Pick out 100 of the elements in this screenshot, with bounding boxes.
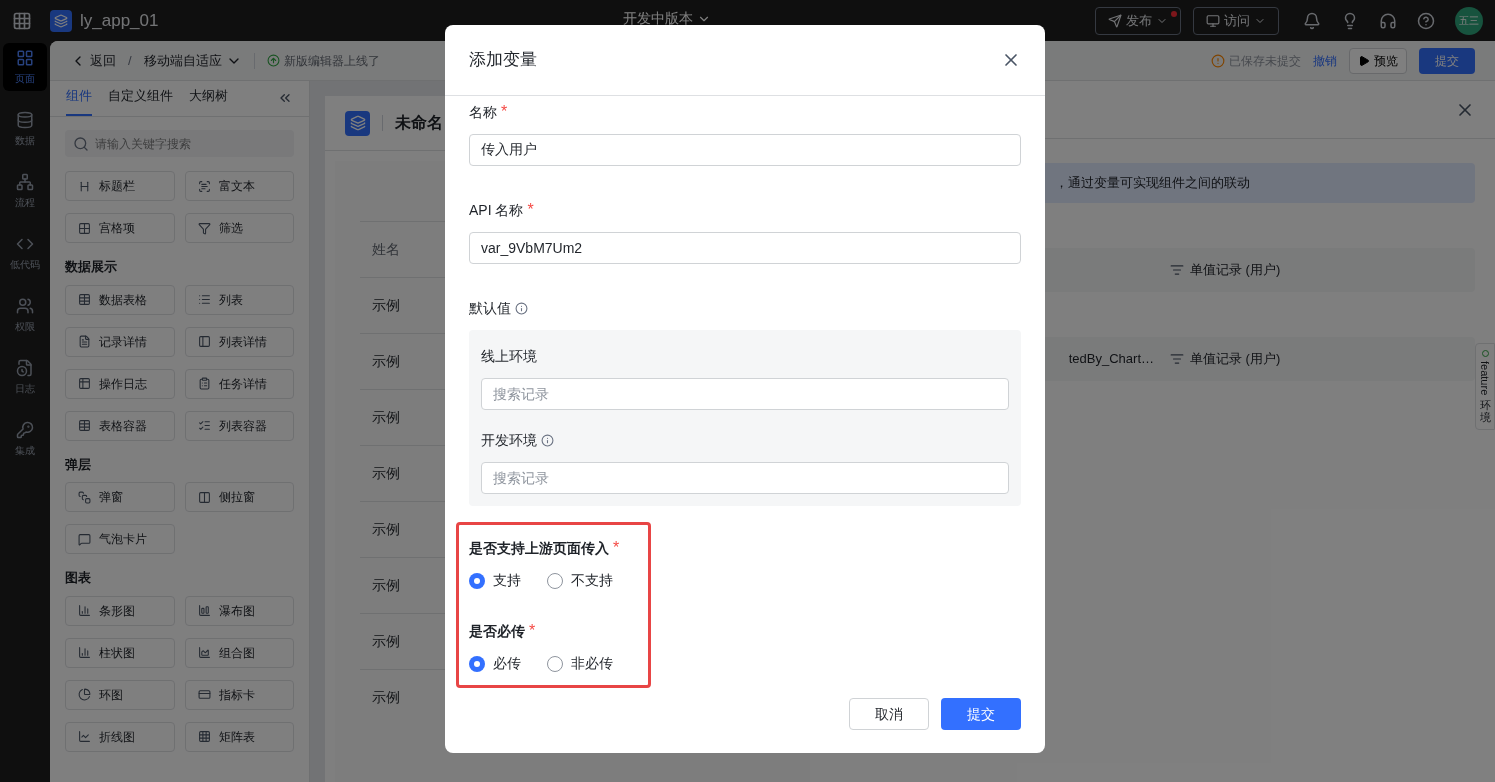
help-icon[interactable] [1417, 11, 1435, 30]
component-item[interactable]: 侧拉窗 [184, 482, 294, 512]
search-icon [73, 136, 89, 152]
environment-label: 开发环境 [481, 430, 537, 450]
back-link[interactable]: 返回 [70, 50, 116, 71]
headset-icon[interactable] [1379, 11, 1397, 30]
feature-tab[interactable]: feature 环境 [1475, 343, 1495, 431]
dialog-title: 添加变量 [469, 49, 537, 72]
table-cell-text: 示例 [372, 408, 400, 427]
breadcrumb-separator: / [128, 51, 132, 70]
variable-type: 单值记录 (用户) [1190, 350, 1281, 369]
nav-item[interactable]: 权限 [3, 291, 47, 339]
nav-icon [16, 172, 34, 191]
component-item[interactable]: 折线图 [65, 721, 175, 752]
component-icon [78, 688, 91, 701]
bell-icon[interactable] [1303, 11, 1321, 30]
text-field[interactable]: var_9VbM7Um2 [469, 232, 1021, 264]
component-icon [78, 490, 91, 504]
section-title: 弹层 [65, 455, 92, 474]
radio-option[interactable]: 必传 [469, 653, 521, 674]
undo-link[interactable]: 撤销 [1313, 51, 1337, 70]
component-item[interactable]: 操作日志 [65, 368, 175, 399]
radio-option[interactable]: 非必传 [547, 653, 613, 674]
component-item[interactable]: 标题栏 [65, 171, 175, 201]
preview-button[interactable]: 预览 [1349, 47, 1407, 74]
component-icon [78, 532, 91, 546]
info-icon[interactable] [541, 433, 554, 447]
panel-tab[interactable]: 大纲树 [189, 85, 228, 116]
component-item[interactable]: 环图 [65, 679, 175, 710]
section-title: 数据展示 [65, 258, 118, 276]
component-item[interactable]: 表格容器 [65, 410, 175, 441]
component-item[interactable]: 列表容器 [184, 410, 294, 441]
nav-item[interactable]: 集成 [3, 415, 47, 463]
component-item[interactable]: 筛选 [184, 213, 294, 243]
component-item[interactable]: 组合图 [184, 637, 294, 668]
component-item[interactable]: 任务详情 [184, 368, 294, 399]
component-icon [197, 377, 211, 390]
component-icon [197, 419, 211, 432]
radio-option[interactable]: 支持 [469, 570, 521, 591]
publish-button[interactable]: 发布 [1095, 6, 1181, 35]
component-item[interactable]: 指标卡 [184, 679, 294, 710]
cancel-button[interactable]: 取消 [849, 698, 929, 730]
table-cell-text: 示例 [372, 464, 400, 483]
component-item[interactable]: 矩阵表 [184, 721, 294, 752]
component-icon [78, 335, 91, 348]
component-item[interactable]: 条形图 [65, 595, 175, 626]
environment-label: 线上环境 [481, 346, 537, 366]
component-icon [197, 221, 211, 235]
component-item[interactable]: 列表详情 [184, 326, 294, 357]
version-dropdown[interactable]: 开发中版本 [622, 8, 711, 29]
submit-button[interactable]: 提交 [941, 698, 1021, 730]
feature-label: feature [1478, 361, 1493, 396]
component-item[interactable]: 富文本 [184, 171, 294, 201]
component-item[interactable]: 数据表格 [65, 284, 175, 315]
component-icon [78, 293, 91, 306]
panel-tab[interactable]: 组件 [66, 85, 92, 116]
component-icon [78, 179, 91, 193]
required-mark: * [529, 621, 536, 641]
play-icon [1358, 54, 1370, 67]
layers-icon [349, 115, 366, 131]
component-item[interactable]: 记录详情 [65, 326, 175, 357]
panel-tab[interactable]: 自定义组件 [108, 85, 173, 116]
apps-icon[interactable] [12, 10, 32, 31]
component-item[interactable]: 宫格项 [65, 213, 175, 243]
component-icon [78, 604, 91, 617]
nav-icon [16, 110, 34, 129]
component-icon [78, 646, 91, 659]
app-name: ly_app_01 [80, 9, 159, 32]
section-title: 图表 [65, 569, 92, 587]
table-cell-text: 示例 [372, 520, 400, 539]
user-avatar[interactable]: 五三 [1455, 6, 1483, 35]
column-header: 姓名 [372, 240, 400, 259]
component-item[interactable]: 柱状图 [65, 637, 175, 668]
warning-icon [1211, 53, 1225, 68]
component-item[interactable]: 列表 [184, 284, 294, 315]
record-search-field[interactable]: 搜索记录 [481, 378, 1009, 410]
nav-item[interactable]: 流程 [3, 167, 47, 215]
nav-item[interactable]: 低代码 [3, 229, 47, 277]
component-icon [197, 688, 211, 701]
table-cell-text: 示例 [372, 352, 400, 371]
required-mark: * [527, 200, 534, 220]
component-icon [197, 293, 211, 306]
field-label: 是否必传 [469, 621, 525, 641]
field-label: 是否支持上游页面传入 [469, 538, 609, 558]
nav-icon [16, 358, 34, 377]
info-icon[interactable] [515, 301, 528, 315]
page-dropdown[interactable]: 移动端自适应 [143, 50, 242, 71]
visit-button[interactable]: 访问 [1193, 6, 1279, 35]
nav-item[interactable]: 数据 [3, 105, 47, 153]
table-cell-text: 示例 [372, 296, 400, 315]
table-cell-text: 示例 [372, 632, 400, 651]
record-search-field[interactable]: 搜索记录 [481, 462, 1009, 494]
submit-button[interactable]: 提交 [1419, 47, 1475, 74]
component-item[interactable]: 弹窗 [65, 482, 175, 512]
text-field[interactable]: 传入用户 [469, 134, 1021, 166]
radio-option[interactable]: 不支持 [547, 570, 613, 591]
component-icon [197, 179, 211, 193]
component-item[interactable]: 瀑布图 [184, 595, 294, 626]
component-item[interactable]: 气泡卡片 [65, 524, 175, 554]
nav-icon [16, 420, 34, 439]
